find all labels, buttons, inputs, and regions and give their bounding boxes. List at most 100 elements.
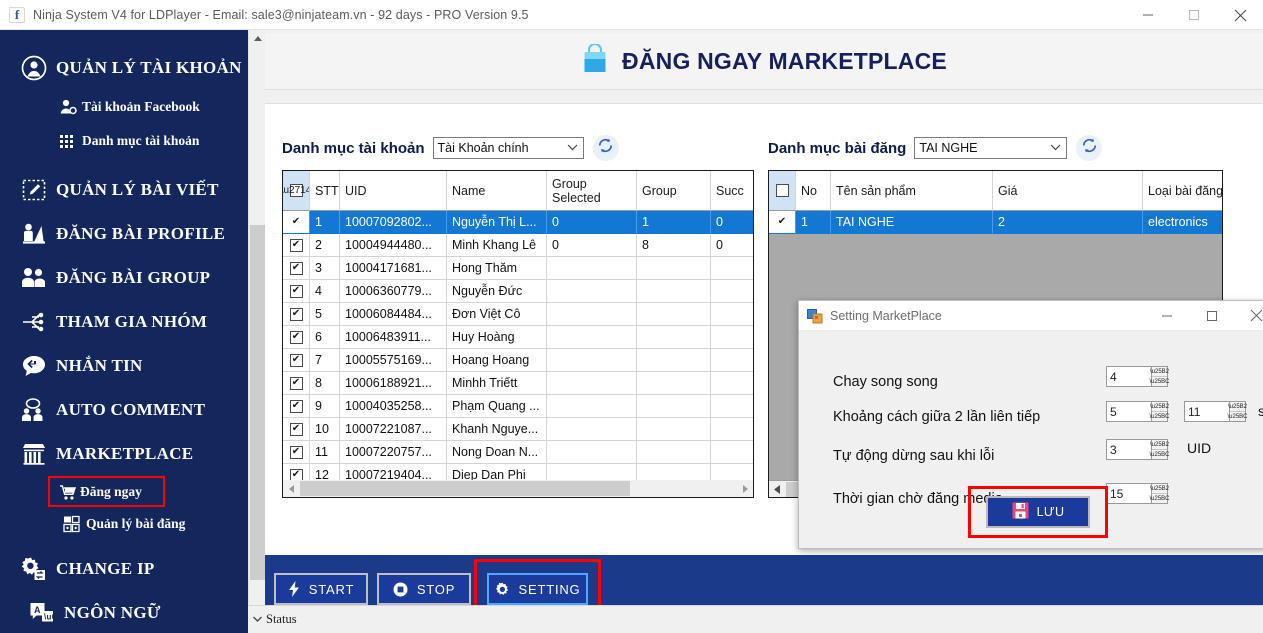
cell-no[interactable]: 4 <box>310 280 340 303</box>
cell-no[interactable]: 11 <box>310 441 340 464</box>
posts-select-all-checkbox-cell[interactable] <box>769 171 796 211</box>
select-all-checkbox-cell[interactable]: \u2714 <box>283 171 310 211</box>
cell-succ[interactable] <box>711 326 753 349</box>
sidebar-item-tham-gia-nhom[interactable]: THAM GIA NHÓM <box>0 300 248 344</box>
cell-group_selected[interactable] <box>547 326 637 349</box>
minimize-button[interactable] <box>1125 0 1171 30</box>
spinner-buttons[interactable]: \u25B2 \u25BC <box>1150 440 1170 459</box>
cell-group_selected[interactable] <box>547 280 637 303</box>
khoang-cach-min-input[interactable]: 5 \u25B2 \u25BC <box>1106 401 1170 422</box>
cell-uid[interactable]: 10005575169... <box>340 349 447 372</box>
cell-name[interactable]: Minh Khang Lê <box>447 234 547 257</box>
row-checkbox-cell[interactable]: ✔ <box>283 234 310 257</box>
cell-no[interactable]: 1 <box>796 211 831 234</box>
cell-succ[interactable]: 0 <box>711 211 753 234</box>
cell-group[interactable] <box>637 303 711 326</box>
column-header-group[interactable]: Group <box>637 171 711 211</box>
cell-group[interactable] <box>637 257 711 280</box>
table-row[interactable]: ✔ 11 10007220757... Nong Doan N... <box>283 441 753 464</box>
sidebar-item-tai-khoan-facebook[interactable]: Tài khoản Facebook <box>0 90 248 124</box>
cell-succ[interactable] <box>711 418 753 441</box>
spinner-buttons[interactable]: \u25B2 \u25BC <box>1228 402 1248 421</box>
row-checkbox-cell[interactable]: ✔ <box>283 303 310 326</box>
table-row[interactable]: ✔ 8 10006188921... Minhh Triếtt <box>283 372 753 395</box>
cell-succ[interactable] <box>711 395 753 418</box>
column-header-product-name[interactable]: Tên sản phẩm <box>831 171 993 211</box>
row-checkbox[interactable]: ✔ <box>289 353 303 367</box>
sidebar-item-quan-ly-bai-viet[interactable]: QUẢN LÝ BÀI VIẾT <box>0 168 248 212</box>
cell-uid[interactable]: 10004035258... <box>340 395 447 418</box>
cell-group[interactable] <box>637 280 711 303</box>
post-refresh-button[interactable] <box>1076 135 1103 161</box>
column-header-group-selected[interactable]: Group Selected <box>547 171 637 211</box>
dialog-close-button[interactable] <box>1234 301 1263 330</box>
cell-price[interactable]: 2 <box>993 211 1143 234</box>
cell-succ[interactable] <box>711 280 753 303</box>
column-header-no[interactable]: No <box>796 171 831 211</box>
tu-dong-dung-input[interactable]: 3 \u25B2 \u25BC <box>1106 439 1170 460</box>
row-checkbox[interactable]: ✔ <box>289 399 303 413</box>
sidebar-item-quan-ly-bai-dang[interactable]: Quản lý bài đăng <box>0 507 248 541</box>
column-header-post-type[interactable]: Loại bài đăng <box>1143 171 1222 211</box>
dialog-maximize-button[interactable] <box>1189 301 1234 330</box>
spinner-buttons[interactable]: \u25B2 \u25BC <box>1150 484 1170 503</box>
row-checkbox-cell[interactable]: ✔ <box>283 349 310 372</box>
cell-type[interactable]: electronics <box>1143 211 1222 234</box>
cell-no[interactable]: 5 <box>310 303 340 326</box>
cell-uid[interactable]: 10006084484... <box>340 303 447 326</box>
cell-uid[interactable]: 10007092802... <box>340 211 447 234</box>
cell-name[interactable]: Hoang Hoang <box>447 349 547 372</box>
cell-group[interactable] <box>637 395 711 418</box>
table-row[interactable]: ✔ 6 10006483911... Huy Hoàng <box>283 326 753 349</box>
row-checkbox[interactable]: ✔ <box>289 215 303 229</box>
cell-uid[interactable]: 10004944480... <box>340 234 447 257</box>
scroll-up-arrow[interactable] <box>249 30 266 47</box>
cell-name[interactable]: Hong Thăm <box>447 257 547 280</box>
row-checkbox[interactable]: ✔ <box>289 284 303 298</box>
cell-uid[interactable]: 10006483911... <box>340 326 447 349</box>
table-row[interactable]: ✔ 4 10006360779... Nguyễn Đức <box>283 280 753 303</box>
cell-uid[interactable]: 10007221087... <box>340 418 447 441</box>
cell-succ[interactable]: 0 <box>711 234 753 257</box>
sidebar-item-dang-bai-profile[interactable]: ĐĂNG BÀI PROFILE <box>0 212 248 256</box>
column-header-uid[interactable]: UID <box>340 171 447 211</box>
cell-uid[interactable]: 10004171681... <box>340 257 447 280</box>
stop-button[interactable]: STOP <box>377 573 471 605</box>
post-category-dropdown[interactable]: TAI NGHE <box>914 137 1068 159</box>
hscroll-right-arrow[interactable] <box>736 480 753 497</box>
cell-name[interactable]: Nguyễn Thị L... <box>447 211 547 234</box>
cell-name[interactable]: Minhh Triếtt <box>447 372 547 395</box>
column-header-price[interactable]: Giá <box>993 171 1143 211</box>
cell-group_selected[interactable] <box>547 395 637 418</box>
row-checkbox-cell[interactable]: ✔ <box>769 211 796 234</box>
row-checkbox-cell[interactable]: ✔ <box>283 326 310 349</box>
cell-group_selected[interactable] <box>547 349 637 372</box>
scrollbar-thumb[interactable] <box>250 225 265 580</box>
thoi-gian-cho-input[interactable]: 15 \u25B2 \u25BC <box>1106 483 1170 504</box>
sidebar-item-ngon-ngu[interactable]: A\u6587 NGÔN NGỮ <box>0 591 248 633</box>
cell-name[interactable]: Nong Doan N... <box>447 441 547 464</box>
select-all-checkbox[interactable]: \u2714 <box>283 184 309 197</box>
table-row[interactable]: ✔ 1 10007092802... Nguyễn Thị L... 0 1 0 <box>283 211 753 234</box>
cell-succ[interactable] <box>711 349 753 372</box>
table-row[interactable]: ✔ 3 10004171681... Hong Thăm <box>283 257 753 280</box>
row-checkbox-cell[interactable]: ✔ <box>283 211 310 234</box>
accounts-grid[interactable]: \u2714 STT UID Name Group Selected Group… <box>282 170 754 498</box>
posts-select-all-checkbox[interactable] <box>775 184 789 197</box>
row-checkbox[interactable]: ✔ <box>289 307 303 321</box>
cell-group[interactable]: 1 <box>637 211 711 234</box>
sidebar-item-marketplace[interactable]: MARKETPLACE <box>0 432 248 476</box>
cell-group_selected[interactable] <box>547 372 637 395</box>
cell-uid[interactable]: 10006188921... <box>340 372 447 395</box>
cell-group[interactable] <box>637 349 711 372</box>
row-checkbox-cell[interactable]: ✔ <box>283 257 310 280</box>
cell-group_selected[interactable]: 0 <box>547 211 637 234</box>
page-vertical-scrollbar[interactable] <box>248 30 265 633</box>
table-row[interactable]: ✔ 5 10006084484... Đơn Việt Cô <box>283 303 753 326</box>
save-button[interactable]: LƯU <box>986 496 1090 528</box>
row-checkbox[interactable]: ✔ <box>775 215 789 229</box>
row-checkbox-cell[interactable]: ✔ <box>283 441 310 464</box>
spinner-buttons[interactable]: \u25B2 \u25BC <box>1150 402 1170 421</box>
cell-group[interactable] <box>637 441 711 464</box>
row-checkbox[interactable]: ✔ <box>289 238 303 252</box>
